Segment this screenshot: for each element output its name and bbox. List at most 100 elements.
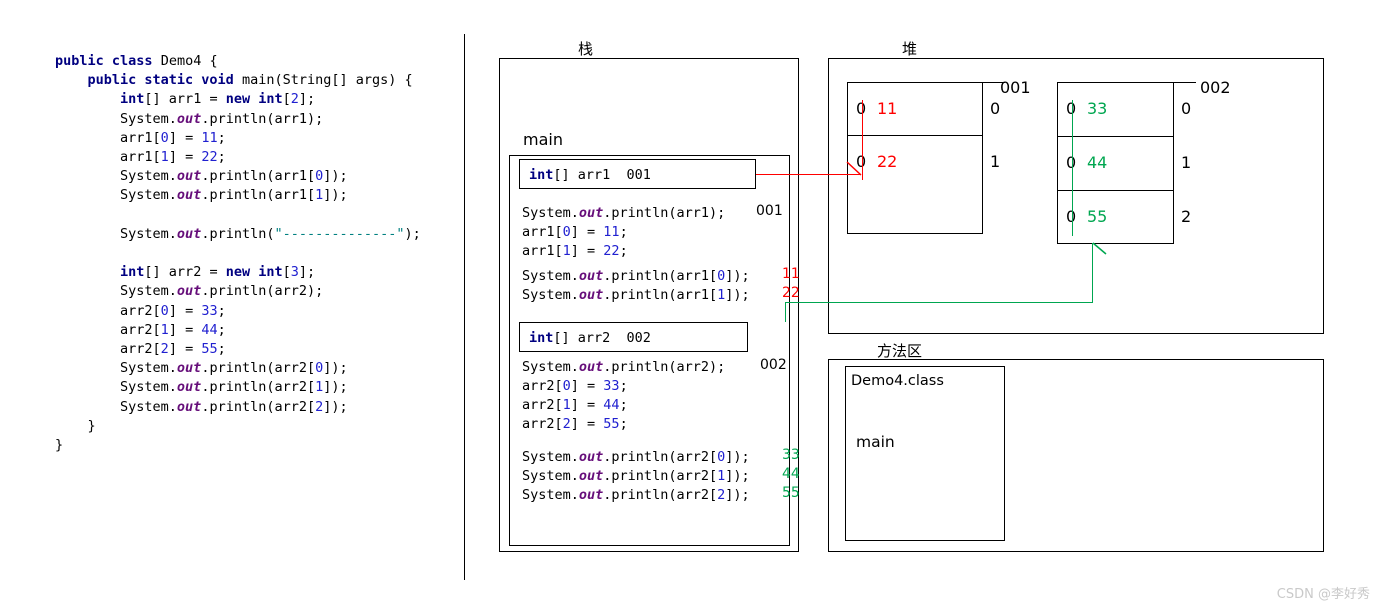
code-token: out bbox=[176, 379, 202, 396]
code-token: int bbox=[529, 167, 554, 183]
code-token: 0 bbox=[717, 449, 726, 465]
code-token: int bbox=[258, 91, 283, 108]
code-token: .println(arr1[ bbox=[603, 287, 718, 303]
code-token: .println(arr1[ bbox=[603, 268, 718, 284]
code-token: 44 bbox=[603, 397, 620, 413]
stack-statement-output: 11 bbox=[782, 266, 800, 282]
stack-statement-output: 22 bbox=[782, 285, 800, 301]
code-token: } bbox=[55, 417, 96, 434]
arr2-slot-connector-stub bbox=[785, 302, 786, 322]
code-token: ] = bbox=[570, 224, 604, 240]
heap-array-cell-divider bbox=[1057, 136, 1174, 137]
code-token: [] arr1 001 bbox=[553, 167, 651, 183]
code-token: 0 bbox=[562, 224, 571, 240]
code-token: ] = bbox=[570, 243, 604, 259]
code-line: arr2[1] = 44; bbox=[55, 321, 455, 340]
code-token: ]); bbox=[323, 168, 348, 185]
heap-cell-value: 33 bbox=[1087, 99, 1108, 118]
code-token: ); bbox=[404, 225, 421, 242]
stack-frame-label: main bbox=[523, 130, 563, 149]
code-token: .println(arr1[ bbox=[201, 187, 316, 204]
code-line: public static void main(String[] args) { bbox=[55, 71, 455, 90]
code-token: main(String[] args) { bbox=[241, 72, 413, 89]
code-token: ; bbox=[619, 243, 628, 259]
code-token: ]); bbox=[725, 268, 750, 284]
code-token: 2 bbox=[562, 416, 571, 432]
code-token: System. bbox=[55, 110, 177, 127]
watermark: CSDN @李好秀 bbox=[1276, 587, 1370, 602]
heap-array-box bbox=[847, 82, 983, 234]
code-token: 1 bbox=[160, 149, 169, 166]
code-token: System. bbox=[55, 283, 177, 300]
code-token: out bbox=[578, 449, 604, 465]
heap-caption: 堆 bbox=[902, 40, 918, 58]
code-token: "--------------" bbox=[274, 225, 405, 242]
code-token: ]); bbox=[323, 398, 348, 415]
heap-cell-value: 44 bbox=[1087, 153, 1108, 172]
code-token: System. bbox=[522, 487, 579, 503]
code-token: .println(arr1); bbox=[603, 205, 726, 221]
code-token: int bbox=[258, 264, 283, 281]
code-token: out bbox=[578, 468, 604, 484]
stack-statement: arr1[1] = 22; bbox=[522, 242, 628, 261]
code-token: .println(arr2[ bbox=[201, 398, 316, 415]
stack-statement-output: 001 bbox=[756, 203, 783, 219]
code-token: [ bbox=[282, 264, 291, 281]
code-token: ] = bbox=[570, 397, 604, 413]
code-token: 1 bbox=[717, 287, 726, 303]
code-token: ; bbox=[217, 129, 226, 146]
code-token: out bbox=[176, 168, 202, 185]
code-token: 1 bbox=[562, 397, 571, 413]
code-token: arr2[ bbox=[55, 321, 161, 338]
code-token: out bbox=[176, 187, 202, 204]
code-token: .println(arr1); bbox=[201, 110, 324, 127]
code-token: System. bbox=[55, 398, 177, 415]
code-token: 11 bbox=[201, 129, 218, 146]
heap-cell-value: 11 bbox=[877, 99, 898, 118]
code-token: 55 bbox=[201, 341, 218, 358]
code-token: .println(arr2[ bbox=[603, 449, 718, 465]
code-token: ; bbox=[619, 397, 628, 413]
code-token: 55 bbox=[603, 416, 620, 432]
code-token: ; bbox=[217, 149, 226, 166]
code-token: ]); bbox=[323, 379, 348, 396]
arr2-reference-arrowhead bbox=[1092, 242, 1107, 255]
vertical-divider bbox=[464, 34, 465, 580]
code-token: .println(arr2[ bbox=[201, 360, 316, 377]
code-token: System. bbox=[522, 359, 579, 375]
code-token: 2 bbox=[290, 91, 299, 108]
stack-statement-output: 55 bbox=[782, 485, 800, 501]
stack-statement-output: 44 bbox=[782, 466, 800, 482]
code-token: ] = bbox=[168, 341, 202, 358]
code-line: System.out.println(arr2[1]); bbox=[55, 378, 455, 397]
code-token: System. bbox=[55, 379, 177, 396]
code-token: out bbox=[176, 283, 202, 300]
code-token: public static void bbox=[55, 72, 242, 89]
heap-cell-index-label: 2 bbox=[1181, 207, 1192, 226]
code-token: ; bbox=[619, 224, 628, 240]
arr2-reference-arrow-horizontal bbox=[785, 302, 1093, 303]
method-name-label: main bbox=[856, 433, 895, 451]
code-token: 33 bbox=[201, 302, 218, 319]
code-token: arr2[ bbox=[522, 397, 563, 413]
code-line: System.out.println(arr1[1]); bbox=[55, 186, 455, 205]
code-token: 0 bbox=[717, 268, 726, 284]
code-line: int[] arr2 = new int[3]; bbox=[55, 263, 455, 282]
stack-statement: System.out.println(arr1); bbox=[522, 204, 725, 223]
code-line: System.out.println(arr1); bbox=[55, 110, 455, 129]
code-token: 3 bbox=[290, 264, 299, 281]
code-token: 22 bbox=[201, 149, 218, 166]
heap-array-address-label: 001 bbox=[1000, 78, 1031, 97]
code-token: arr1[ bbox=[522, 243, 563, 259]
code-token: System. bbox=[55, 225, 177, 242]
code-token: out bbox=[176, 225, 202, 242]
code-token: ] = bbox=[570, 416, 604, 432]
code-token: 22 bbox=[603, 243, 620, 259]
code-token: out bbox=[578, 268, 604, 284]
code-token: arr1[ bbox=[55, 129, 161, 146]
heap-cell-index-label: 1 bbox=[1181, 153, 1192, 172]
code-token: new bbox=[225, 264, 259, 281]
heap-cell-index-label: 0 bbox=[1181, 99, 1192, 118]
